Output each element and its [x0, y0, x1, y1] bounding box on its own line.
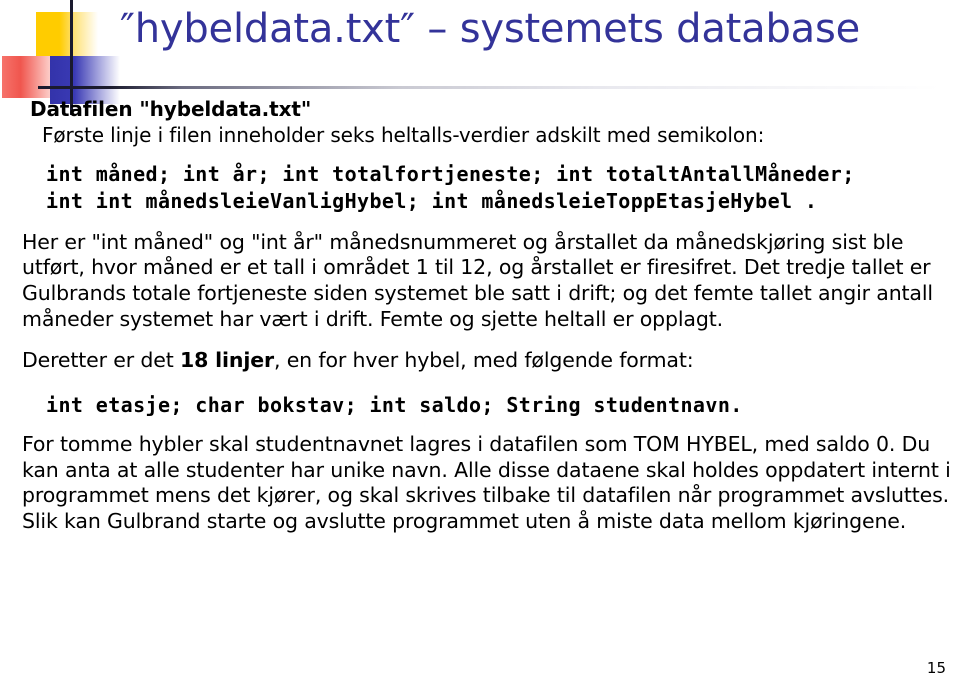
slide-title: ″hybeldata.txt″ – systemets database [120, 6, 861, 52]
paragraph-line-count-pre: Deretter er det [22, 348, 180, 373]
paragraph-line-count-post: , en for hver hybel, med følgende format… [273, 348, 694, 373]
code-line-3: int etasje; char bokstav; int saldo; Str… [46, 392, 743, 417]
slide: ″hybeldata.txt″ – systemets database Dat… [0, 0, 960, 693]
paragraph-line-count: Deretter er det 18 linjer, en for hver h… [22, 348, 952, 374]
code-line-2: int int månedsleieVanligHybel; int måned… [46, 189, 818, 214]
yellow-square-shape [36, 12, 98, 66]
paragraph-format-description: Her er "int måned" og "int år" månedsnum… [22, 229, 933, 331]
horizontal-rule [38, 86, 940, 89]
line-count-emphasis: 18 linjer [179, 348, 274, 373]
page-number: 15 [926, 659, 946, 677]
red-square-shape [2, 56, 64, 98]
slide-body: Datafilen "hybeldata.txt" Første linje i… [22, 97, 952, 534]
lead-heading: Datafilen "hybeldata.txt" [30, 97, 312, 121]
code-line-1: int måned; int år; int totalfortjeneste;… [46, 161, 855, 186]
lead-subtitle: Første linje i filen inneholder seks hel… [42, 122, 765, 147]
paragraph-storage-rules: For tomme hybler skal studentnavnet lagr… [22, 431, 951, 533]
